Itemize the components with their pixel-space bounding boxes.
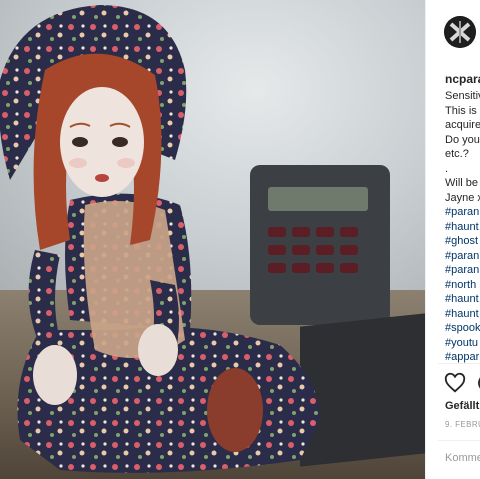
account-avatar-icon[interactable] xyxy=(444,16,476,48)
post-date: 9. FEBRU xyxy=(445,420,480,429)
hashtag-link[interactable]: #haunt xyxy=(445,292,480,307)
comment-input[interactable]: Komme xyxy=(445,452,480,464)
post-photo[interactable] xyxy=(0,0,425,479)
hashtag-link[interactable]: #spook xyxy=(445,321,480,336)
doll-figure xyxy=(0,5,320,473)
hashtag-link[interactable]: #youtu xyxy=(445,336,480,351)
hashtag-link[interactable]: #north xyxy=(445,278,480,293)
caption-line: etc.? xyxy=(445,148,469,160)
hashtag-link[interactable]: #haunt xyxy=(445,307,480,322)
caption-line: . xyxy=(445,162,449,175)
post-caption: Sensitiv This is acquire Do you etc.? . … xyxy=(445,89,480,365)
post-username[interactable]: ncpara xyxy=(445,72,480,86)
caption-line: Jayne x xyxy=(445,191,480,204)
post-sidebar: ncpara Sensitiv This is acquire Do you e… xyxy=(425,0,480,479)
likes-count[interactable]: Gefällt xyxy=(445,400,479,412)
caption-line: Sensitiv xyxy=(445,90,480,102)
heart-icon[interactable] xyxy=(444,372,466,394)
comment-icon[interactable] xyxy=(476,372,480,394)
caption-line: acquire xyxy=(445,119,480,131)
caption-line: Do you xyxy=(445,133,480,146)
hashtag-link[interactable]: #paran xyxy=(445,249,480,264)
hashtag-link[interactable]: #haunt xyxy=(445,220,480,235)
divider xyxy=(438,440,480,441)
hashtag-link[interactable]: #ghost xyxy=(445,234,480,249)
hashtag-link[interactable]: #paran xyxy=(445,263,480,278)
hashtag-link[interactable]: #paran xyxy=(445,205,480,220)
caption-line: This is xyxy=(445,104,477,117)
caption-line: Will be xyxy=(445,177,479,189)
divider xyxy=(438,363,480,364)
